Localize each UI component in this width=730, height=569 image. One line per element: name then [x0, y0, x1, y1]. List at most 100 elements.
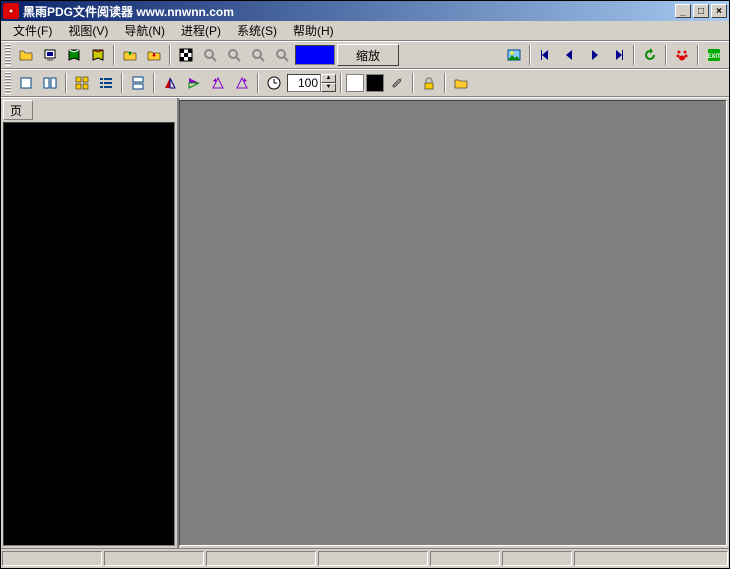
separator — [257, 73, 259, 93]
layout-single-icon — [18, 75, 34, 91]
open-icon — [18, 47, 34, 63]
clock-button[interactable] — [263, 72, 285, 94]
page-spinner[interactable]: ▲ ▼ — [287, 74, 336, 92]
zoom-fit-button[interactable] — [247, 44, 269, 66]
zoom-actual-button[interactable] — [271, 44, 293, 66]
menu-file[interactable]: 文件(F) — [5, 20, 60, 41]
titlebar: 黑雨PDG文件阅读器 www.nnwnn.com _ □ × — [1, 1, 729, 21]
color-box[interactable] — [295, 45, 335, 65]
app-icon — [3, 3, 19, 19]
spin-down[interactable]: ▼ — [321, 83, 336, 92]
separator — [340, 73, 342, 93]
flip-v-button[interactable] — [183, 72, 205, 94]
zoom-in-button[interactable] — [199, 44, 221, 66]
separator — [113, 45, 115, 65]
open-button[interactable] — [15, 44, 37, 66]
folder-button[interactable] — [450, 72, 472, 94]
zoom-actual-icon — [274, 47, 290, 63]
prev-page-icon — [562, 47, 578, 63]
spin-up[interactable]: ▲ — [321, 74, 336, 83]
folder-up-button[interactable] — [119, 44, 141, 66]
folder-up-icon — [122, 47, 138, 63]
folder-icon — [453, 75, 469, 91]
separator — [633, 45, 635, 65]
paw-button[interactable] — [671, 44, 693, 66]
status-cell-5 — [430, 551, 500, 566]
minimize-button[interactable]: _ — [675, 4, 691, 18]
flip-h-button[interactable] — [159, 72, 181, 94]
statusbar — [1, 548, 729, 568]
book-green-button[interactable] — [63, 44, 85, 66]
folder-in-icon — [146, 47, 162, 63]
zoom-out-button[interactable] — [223, 44, 245, 66]
computer-icon — [42, 47, 58, 63]
refresh-button[interactable] — [639, 44, 661, 66]
layout-double-button[interactable] — [39, 72, 61, 94]
status-cell-1 — [2, 551, 102, 566]
separator — [697, 45, 699, 65]
layout-single-button[interactable] — [15, 72, 37, 94]
picture-icon — [506, 47, 522, 63]
swatch-black[interactable] — [366, 74, 384, 92]
folder-in-button[interactable] — [143, 44, 165, 66]
toolbar-grip[interactable] — [5, 44, 11, 66]
layout-grid-button[interactable] — [71, 72, 93, 94]
status-cell-7 — [574, 551, 728, 566]
app-window: 黑雨PDG文件阅读器 www.nnwnn.com _ □ × 文件(F) 视图(… — [0, 0, 730, 569]
menu-nav[interactable]: 导航(N) — [116, 20, 173, 41]
dropper-icon — [389, 75, 405, 91]
layout-list-button[interactable] — [95, 72, 117, 94]
zoom-out-icon — [226, 47, 242, 63]
layout-alt-button[interactable] — [127, 72, 149, 94]
exit-button[interactable]: EXIT — [703, 44, 725, 66]
flip-v-icon — [186, 75, 202, 91]
toolbar-secondary: ▲ ▼ — [1, 69, 729, 97]
zoom-button[interactable]: 缩放 — [337, 44, 399, 66]
menu-view[interactable]: 视图(V) — [60, 20, 116, 41]
thumbnail-panel[interactable] — [3, 122, 175, 546]
checker-icon — [178, 47, 194, 63]
status-cell-2 — [104, 551, 204, 566]
separator — [444, 73, 446, 93]
status-cell-4 — [318, 551, 428, 566]
last-page-icon — [610, 47, 626, 63]
menu-process[interactable]: 进程(P) — [173, 20, 229, 41]
checker-button[interactable] — [175, 44, 197, 66]
rotate-left-button[interactable] — [207, 72, 229, 94]
close-button[interactable]: × — [711, 4, 727, 18]
page-input[interactable] — [287, 74, 321, 92]
computer-button[interactable] — [39, 44, 61, 66]
maximize-button[interactable]: □ — [693, 4, 709, 18]
layout-grid-icon — [74, 75, 90, 91]
sidebar-tab-pages[interactable]: 页 — [3, 100, 33, 120]
picture-button[interactable] — [503, 44, 525, 66]
separator — [121, 73, 123, 93]
clock-icon — [266, 75, 282, 91]
rotate-right-icon — [234, 75, 250, 91]
swatch-white[interactable] — [346, 74, 364, 92]
exit-icon: EXIT — [706, 47, 722, 63]
refresh-icon — [642, 47, 658, 63]
dropper-button[interactable] — [386, 72, 408, 94]
separator — [169, 45, 171, 65]
window-title: 黑雨PDG文件阅读器 www.nnwnn.com — [23, 3, 675, 20]
menu-system[interactable]: 系统(S) — [229, 20, 285, 41]
separator — [529, 45, 531, 65]
book-green-icon — [66, 47, 82, 63]
paw-icon — [674, 47, 690, 63]
next-page-icon — [586, 47, 602, 63]
rotate-left-icon — [210, 75, 226, 91]
lock-button[interactable] — [418, 72, 440, 94]
book-yellow-button[interactable] — [87, 44, 109, 66]
menu-help[interactable]: 帮助(H) — [285, 20, 342, 41]
next-page-button[interactable] — [583, 44, 605, 66]
last-page-button[interactable] — [607, 44, 629, 66]
prev-page-button[interactable] — [559, 44, 581, 66]
toolbar-main: 缩放 EXIT — [1, 41, 729, 69]
toolbar-grip[interactable] — [5, 72, 11, 94]
svg-text:EXIT: EXIT — [707, 54, 721, 60]
rotate-right-button[interactable] — [231, 72, 253, 94]
first-page-button[interactable] — [535, 44, 557, 66]
separator — [153, 73, 155, 93]
viewer-panel[interactable] — [179, 100, 727, 546]
